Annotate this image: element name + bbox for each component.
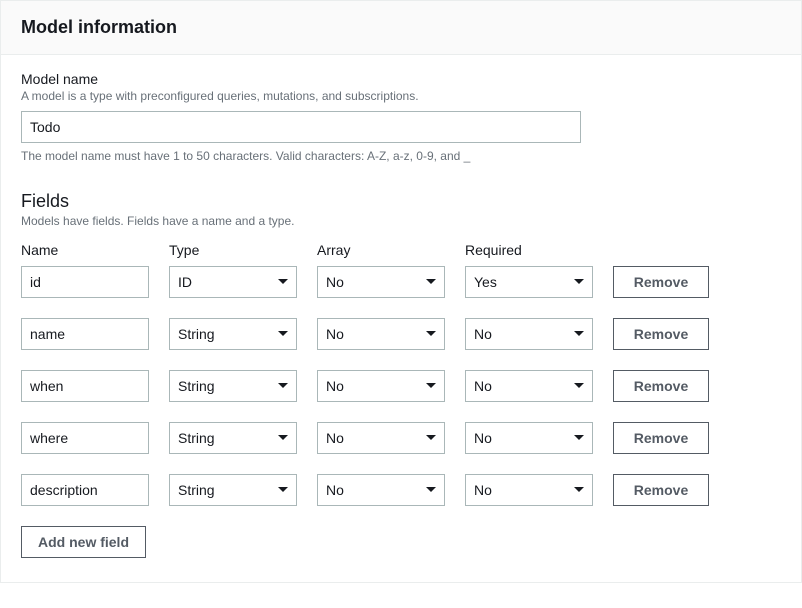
field-array-select[interactable]: No [317,318,445,350]
field-name-input[interactable] [21,370,149,402]
field-required-select[interactable]: No [465,318,593,350]
field-row: String No No Remove [21,474,781,506]
model-name-hint: The model name must have 1 to 50 charact… [21,149,781,163]
panel-header: Model information [1,1,801,55]
field-type-select[interactable]: ID [169,266,297,298]
remove-field-button[interactable]: Remove [613,266,709,298]
field-required-select[interactable]: No [465,370,593,402]
field-row: ID No Yes Remove [21,266,781,298]
field-name-input[interactable] [21,266,149,298]
fields-title: Fields [21,191,781,212]
remove-field-button[interactable]: Remove [613,318,709,350]
model-name-label: Model name [21,71,781,87]
col-header-type: Type [169,242,297,258]
add-field-row: Add new field [21,526,781,558]
fields-rows: ID No Yes Remove String No No Remove String No No R… [21,266,781,506]
field-type-select-value[interactable]: ID [169,266,297,298]
col-header-array: Array [317,242,445,258]
model-info-panel: Model information Model name A model is … [0,0,802,583]
field-array-select[interactable]: No [317,266,445,298]
field-row: String No No Remove [21,318,781,350]
fields-desc: Models have fields. Fields have a name a… [21,214,781,228]
field-required-select-value[interactable]: No [465,370,593,402]
remove-field-button[interactable]: Remove [613,422,709,454]
field-required-select-value[interactable]: No [465,422,593,454]
field-type-select[interactable]: String [169,318,297,350]
field-type-select[interactable]: String [169,474,297,506]
field-type-select[interactable]: String [169,370,297,402]
field-type-select[interactable]: String [169,422,297,454]
field-row: String No No Remove [21,370,781,402]
remove-field-button[interactable]: Remove [613,474,709,506]
model-name-input[interactable] [21,111,581,143]
field-array-select-value[interactable]: No [317,474,445,506]
field-array-select-value[interactable]: No [317,370,445,402]
field-required-select[interactable]: No [465,422,593,454]
field-required-select[interactable]: No [465,474,593,506]
field-array-select[interactable]: No [317,422,445,454]
field-required-select-value[interactable]: No [465,474,593,506]
field-name-input[interactable] [21,422,149,454]
field-type-select-value[interactable]: String [169,422,297,454]
fields-header-row: Name Type Array Required [21,242,781,258]
field-row: String No No Remove [21,422,781,454]
field-required-select-value[interactable]: Yes [465,266,593,298]
fields-section: Fields Models have fields. Fields have a… [21,191,781,558]
field-type-select-value[interactable]: String [169,318,297,350]
field-type-select-value[interactable]: String [169,474,297,506]
field-required-select-value[interactable]: No [465,318,593,350]
field-array-select-value[interactable]: No [317,318,445,350]
field-name-input[interactable] [21,474,149,506]
col-header-required: Required [465,242,593,258]
model-name-group: Model name A model is a type with precon… [21,71,781,163]
panel-content: Model name A model is a type with precon… [1,55,801,582]
model-name-desc: A model is a type with preconfigured que… [21,89,781,103]
field-array-select-value[interactable]: No [317,266,445,298]
field-array-select[interactable]: No [317,474,445,506]
field-array-select-value[interactable]: No [317,422,445,454]
field-array-select[interactable]: No [317,370,445,402]
field-name-input[interactable] [21,318,149,350]
panel-title: Model information [21,17,781,38]
add-new-field-button[interactable]: Add new field [21,526,146,558]
field-required-select[interactable]: Yes [465,266,593,298]
col-header-name: Name [21,242,149,258]
field-type-select-value[interactable]: String [169,370,297,402]
remove-field-button[interactable]: Remove [613,370,709,402]
